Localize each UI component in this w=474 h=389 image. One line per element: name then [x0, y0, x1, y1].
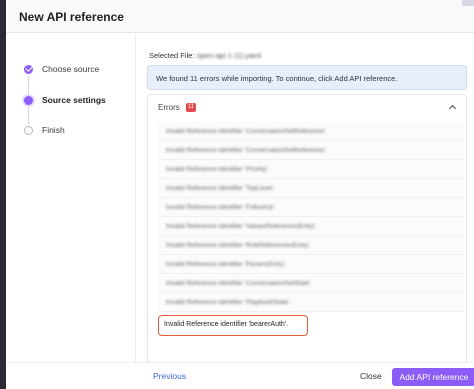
current-step-dot-icon	[24, 95, 33, 105]
step-source-settings[interactable]: Source settings	[24, 95, 106, 105]
step-label: Choose source	[42, 64, 100, 74]
error-item: Invalid Reference identifier 'Conversati…	[158, 141, 464, 160]
errors-title: Errors	[158, 103, 180, 112]
header-accent	[462, 0, 474, 6]
step-connector	[28, 107, 29, 125]
add-api-reference-button[interactable]: Add API reference	[392, 368, 474, 386]
error-list: Invalid Reference identifier 'Conversati…	[158, 122, 464, 336]
selected-file-label: Selected File:	[149, 51, 195, 60]
error-item: Invalid Reference identifier 'ValuesRefe…	[158, 217, 464, 236]
step-choose-source[interactable]: Choose source	[24, 64, 99, 74]
errors-count-badge: 11	[185, 103, 197, 112]
source-settings-panel: Selected File: open-api 1 (1).yaml We fo…	[137, 34, 474, 372]
pending-step-circle-icon	[24, 125, 33, 135]
error-item: Invalid Reference identifier 'Conversati…	[158, 122, 464, 141]
wizard-steps: Choose source Source settings Finish	[6, 34, 136, 362]
errors-accordion: Errors 11 Invalid Reference identifier '…	[147, 94, 467, 372]
error-item: Invalid Reference identifier 'Conversati…	[158, 274, 464, 293]
selected-file-name: open-api 1 (1).yaml	[196, 51, 262, 60]
dialog-title: New API reference	[19, 10, 124, 24]
error-item: Invalid Reference identifier 'TopLevel'.	[158, 179, 464, 198]
error-item: Invalid Reference identifier 'PlaybookSt…	[158, 293, 464, 312]
error-item: Invalid Reference identifier 'RoleRefere…	[158, 236, 464, 255]
chevron-up-icon[interactable]	[448, 103, 457, 112]
step-label: Finish	[42, 125, 65, 135]
error-item: Invalid Reference identifier 'FollowUp'.	[158, 198, 464, 217]
close-button[interactable]: Close	[360, 371, 382, 381]
error-item-highlighted: Invalid Reference identifier 'bearerAuth…	[158, 315, 308, 336]
info-banner: We found 11 errors while importing. To c…	[147, 65, 467, 90]
dialog-footer: Previous Close Add API reference	[6, 362, 474, 389]
step-finish[interactable]: Finish	[24, 125, 65, 135]
check-circle-icon	[24, 64, 33, 74]
dialog-header: New API reference	[6, 0, 474, 33]
step-label: Source settings	[42, 95, 106, 105]
error-item: Invalid Reference identifier 'ParamsEntr…	[158, 255, 464, 274]
errors-header[interactable]: Errors 11	[158, 103, 197, 112]
error-item: Invalid Reference identifier 'Priority'.	[158, 160, 464, 179]
previous-button[interactable]: Previous	[153, 371, 186, 381]
selected-file: Selected File: open-api 1 (1).yaml	[149, 51, 261, 60]
step-connector	[28, 76, 29, 94]
